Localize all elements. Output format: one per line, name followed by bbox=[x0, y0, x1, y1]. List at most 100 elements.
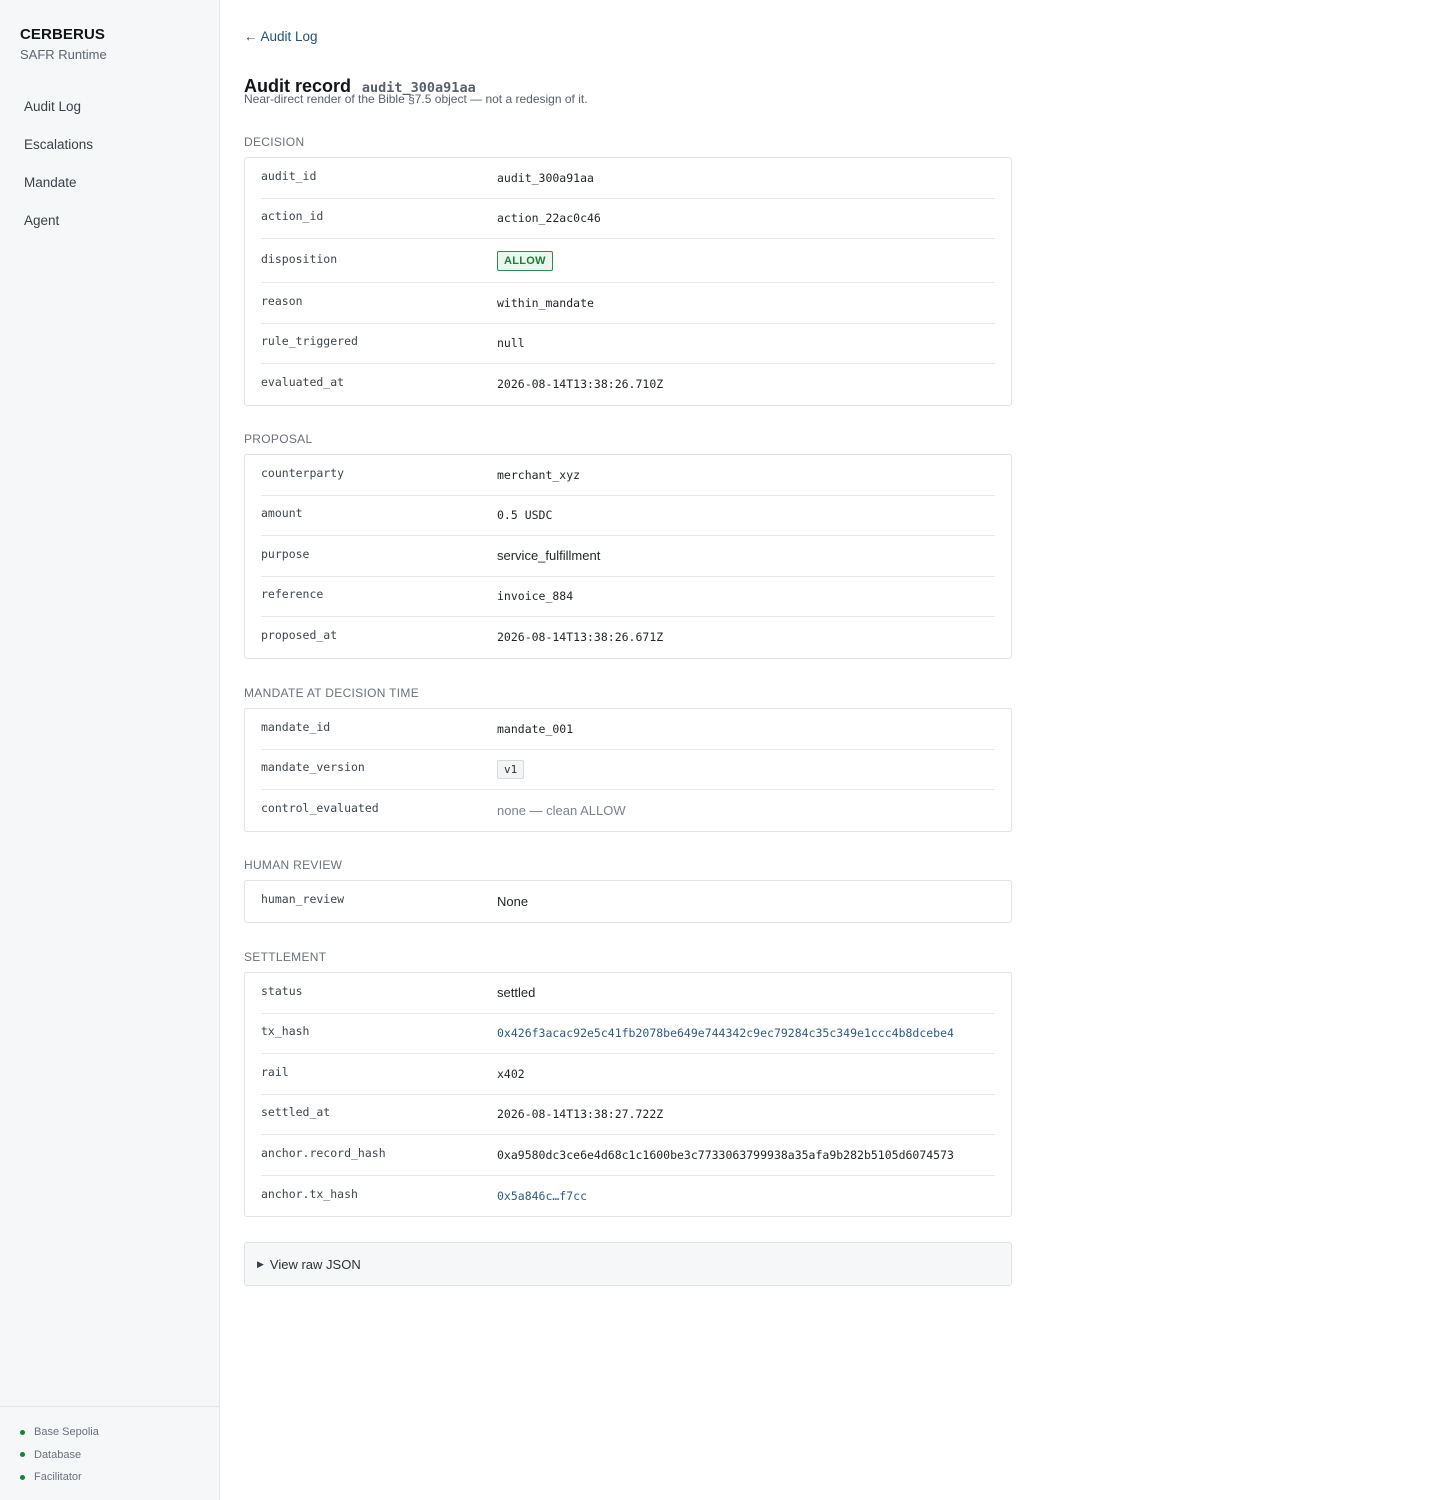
sidebar-item-audit-log[interactable]: Audit Log bbox=[0, 88, 219, 126]
tx-hash-link[interactable]: 0x426f3acac92e5c41fb2078be649e744342c9ec… bbox=[497, 1026, 954, 1040]
sidebar-item-agent[interactable]: Agent bbox=[0, 202, 219, 240]
field-key: status bbox=[261, 983, 303, 998]
field-row: amount 0.5 USDC bbox=[261, 496, 995, 536]
field-value: 0xa9580dc3ce6e4d68c1c1600be3c77330637999… bbox=[497, 1147, 954, 1162]
field-row: settled_at 2026-08-14T13:38:27.722Z bbox=[261, 1095, 995, 1135]
field-key: mandate_version bbox=[261, 760, 365, 775]
field-key: counterparty bbox=[261, 465, 345, 480]
field-row: reference invoice_884 bbox=[261, 577, 995, 617]
brand: CERBERUS SAFR Runtime bbox=[20, 26, 107, 62]
field-value: 0.5 USDC bbox=[497, 508, 553, 523]
field-key: settled_at bbox=[261, 1105, 331, 1120]
field-key: proposed_at bbox=[261, 628, 338, 643]
field-value: ALLOW bbox=[497, 250, 553, 271]
decision-card: audit_id audit_300a91aa action_id action… bbox=[244, 157, 1012, 406]
field-value: x402 bbox=[497, 1066, 525, 1081]
human-review-section: HUMAN REVIEW human_review None bbox=[244, 856, 1012, 923]
section-label: HUMAN REVIEW bbox=[244, 858, 343, 872]
field-value: action_22ac0c46 bbox=[497, 211, 601, 226]
field-value: settled bbox=[497, 985, 536, 1001]
field-row: counterparty merchant_xyz bbox=[261, 455, 995, 496]
status-dot-icon bbox=[20, 1452, 25, 1458]
field-key: anchor.record_hash bbox=[261, 1145, 386, 1160]
sidebar: CERBERUS SAFR Runtime Audit Log Escalati… bbox=[0, 0, 220, 1500]
field-key: evaluated_at bbox=[261, 375, 345, 390]
status-label: Facilitator bbox=[34, 1471, 82, 1484]
field-key: anchor.tx_hash bbox=[261, 1186, 358, 1201]
view-raw-json-label: View raw JSON bbox=[269, 1256, 361, 1272]
settlement-card: status settled tx_hash 0x426f3acac92e5c4… bbox=[244, 972, 1012, 1217]
field-key: reference bbox=[261, 587, 324, 602]
back-link-label: Audit Log bbox=[260, 29, 318, 44]
field-key: disposition bbox=[261, 251, 338, 266]
sidebar-item-mandate[interactable]: Mandate bbox=[0, 164, 219, 202]
proposal-section: PROPOSAL counterparty merchant_xyz amoun… bbox=[244, 430, 1012, 659]
field-key: tx_hash bbox=[261, 1024, 310, 1039]
field-row: control_evaluated none — clean ALLOW bbox=[261, 790, 995, 831]
brand-subtitle: SAFR Runtime bbox=[20, 47, 107, 62]
status-label: Base Sepolia bbox=[34, 1426, 99, 1439]
view-raw-json-toggle[interactable]: ▶ View raw JSON bbox=[244, 1242, 1012, 1286]
field-row: anchor.record_hash 0xa9580dc3ce6e4d68c1c… bbox=[261, 1135, 995, 1176]
proposal-card: counterparty merchant_xyz amount 0.5 USD… bbox=[244, 454, 1012, 659]
back-to-audit-log-link[interactable]: ← Audit Log bbox=[244, 29, 318, 44]
field-key: human_review bbox=[261, 892, 345, 907]
disclosure-triangle-icon: ▶ bbox=[257, 1258, 264, 1269]
field-key: control_evaluated bbox=[261, 801, 379, 816]
field-row: evaluated_at 2026-08-14T13:38:26.710Z bbox=[261, 364, 995, 405]
field-key: reason bbox=[261, 293, 303, 308]
section-label: PROPOSAL bbox=[244, 432, 313, 446]
disposition-badge: ALLOW bbox=[497, 250, 553, 271]
field-row: audit_id audit_300a91aa bbox=[261, 158, 995, 199]
sidebar-nav: Audit Log Escalations Mandate Agent bbox=[0, 88, 219, 240]
back-arrow-icon: ← bbox=[244, 29, 258, 44]
field-row: mandate_id mandate_001 bbox=[261, 709, 995, 750]
field-key: rail bbox=[261, 1064, 289, 1079]
field-row: action_id action_22ac0c46 bbox=[261, 199, 995, 239]
field-key: amount bbox=[261, 506, 303, 521]
field-row: reason within_mandate bbox=[261, 283, 995, 324]
section-label: SETTLEMENT bbox=[244, 950, 327, 964]
anchor-tx-hash-link[interactable]: 0x5a846c…f7cc bbox=[497, 1189, 587, 1203]
page-description: Near-direct render of the Bible §7.5 obj… bbox=[244, 92, 588, 106]
status-dot-icon bbox=[20, 1429, 25, 1435]
field-row: purpose service_fulfillment bbox=[261, 536, 995, 577]
field-key: rule_triggered bbox=[261, 334, 358, 349]
field-key: audit_id bbox=[261, 168, 317, 183]
settlement-section: SETTLEMENT status settled tx_hash 0x426f… bbox=[244, 948, 1012, 1217]
status-database: Database bbox=[0, 1444, 219, 1467]
field-key: purpose bbox=[261, 546, 310, 561]
field-value: 2026-08-14T13:38:26.710Z bbox=[497, 377, 664, 392]
field-value: mandate_001 bbox=[497, 721, 574, 736]
decision-section: DECISION audit_id audit_300a91aa action_… bbox=[244, 133, 1012, 406]
mandate-card: mandate_id mandate_001 mandate_version v… bbox=[244, 708, 1012, 832]
brand-title: CERBERUS bbox=[20, 26, 105, 43]
field-row: rail x402 bbox=[261, 1054, 995, 1095]
status-facilitator: Facilitator bbox=[0, 1466, 219, 1489]
field-row: tx_hash 0x426f3acac92e5c41fb2078be649e74… bbox=[261, 1014, 995, 1054]
status-dot-icon bbox=[20, 1474, 25, 1480]
field-value: None bbox=[497, 893, 529, 909]
system-status: Base Sepolia Database Facilitator bbox=[0, 1406, 219, 1489]
field-key: mandate_id bbox=[261, 719, 331, 734]
field-value: none — clean ALLOW bbox=[497, 802, 626, 818]
field-value: merchant_xyz bbox=[497, 467, 581, 482]
field-row: proposed_at 2026-08-14T13:38:26.671Z bbox=[261, 617, 995, 658]
mandate-version-badge: v1 bbox=[497, 759, 525, 779]
field-value: audit_300a91aa bbox=[497, 170, 594, 185]
human-review-card: human_review None bbox=[244, 880, 1012, 923]
field-value: 2026-08-14T13:38:26.671Z bbox=[497, 630, 664, 645]
field-row: disposition ALLOW bbox=[261, 239, 995, 283]
field-value: invoice_884 bbox=[497, 589, 574, 604]
field-row: mandate_version v1 bbox=[261, 750, 995, 790]
field-row: status settled bbox=[261, 973, 995, 1014]
section-label: MANDATE AT DECISION TIME bbox=[244, 686, 420, 700]
field-row: rule_triggered null bbox=[261, 324, 995, 364]
section-label: DECISION bbox=[244, 135, 305, 149]
field-value: service_fulfillment bbox=[497, 548, 601, 564]
field-value: null bbox=[497, 336, 525, 351]
field-value: v1 bbox=[497, 759, 525, 779]
field-value: within_mandate bbox=[497, 295, 594, 310]
sidebar-item-escalations[interactable]: Escalations bbox=[0, 126, 219, 164]
status-label: Database bbox=[34, 1448, 82, 1461]
